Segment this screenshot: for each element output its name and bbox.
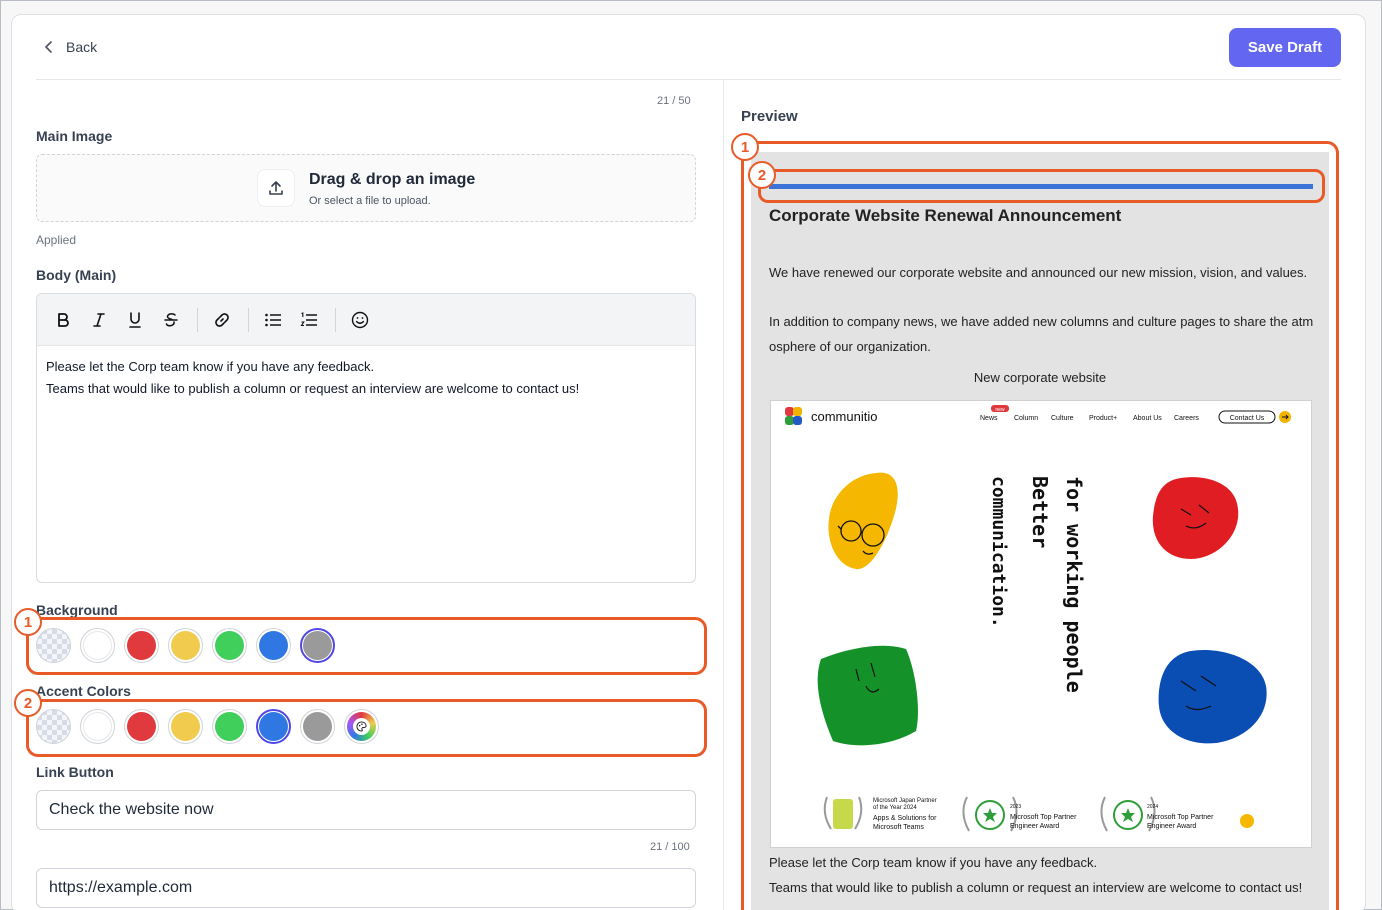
image-dropzone[interactable]: Drag & drop an image Or select a file to… — [36, 154, 696, 222]
bullet-list-icon[interactable] — [261, 308, 285, 332]
applied-label: Applied — [36, 233, 77, 247]
dropzone-subtitle[interactable]: Or select a file to upload. — [309, 195, 431, 207]
toolbar-divider — [335, 307, 336, 332]
title-char-counter: 21 / 50 — [657, 95, 691, 107]
editor-content[interactable]: Please let the Corp team know if you hav… — [37, 346, 695, 410]
highlight-box-background — [26, 617, 707, 675]
annotation-badge-2: 2 — [14, 689, 42, 717]
link-button-label: Link Button — [36, 764, 114, 780]
header-divider — [36, 79, 1341, 80]
preview-heading: Preview — [741, 108, 798, 125]
emoji-icon[interactable] — [348, 308, 372, 332]
numbered-list-icon[interactable] — [297, 308, 321, 332]
dropzone-title: Drag & drop an image — [309, 171, 476, 188]
italic-icon[interactable] — [87, 308, 111, 332]
highlight-box-preview — [741, 141, 1339, 910]
chevron-left-icon — [44, 36, 54, 58]
background-label: Background — [36, 602, 118, 618]
annotation-badge-1: 1 — [731, 133, 759, 161]
annotation-badge-2: 2 — [748, 161, 776, 189]
back-label: Back — [66, 39, 98, 55]
editor-toolbar — [37, 294, 695, 346]
toolbar-divider — [248, 307, 249, 332]
save-draft-button[interactable]: Save Draft — [1229, 28, 1341, 67]
toolbar-divider — [197, 307, 198, 332]
column-divider — [723, 80, 724, 910]
highlight-box-accent — [26, 699, 707, 757]
strikethrough-icon[interactable] — [159, 308, 183, 332]
annotation-badge-1: 1 — [14, 608, 42, 636]
bold-icon[interactable] — [51, 308, 75, 332]
back-button[interactable]: Back — [44, 36, 97, 58]
body-label: Body (Main) — [36, 267, 117, 283]
highlight-box-accent-bar — [758, 169, 1325, 203]
editor-line: Teams that would like to publish a colum… — [46, 381, 580, 396]
underline-icon[interactable] — [123, 308, 147, 332]
link-char-counter: 21 / 100 — [650, 841, 690, 853]
url-input[interactable]: https://example.com — [36, 868, 696, 908]
accent-colors-label: Accent Colors — [36, 683, 131, 699]
link-button-text-input[interactable]: Check the website now — [36, 790, 696, 830]
editor-line: Please let the Corp team know if you hav… — [46, 359, 375, 374]
main-image-label: Main Image — [36, 128, 113, 144]
rich-text-editor: Please let the Corp team know if you hav… — [36, 293, 696, 583]
upload-icon — [257, 169, 295, 207]
link-icon[interactable] — [210, 308, 234, 332]
